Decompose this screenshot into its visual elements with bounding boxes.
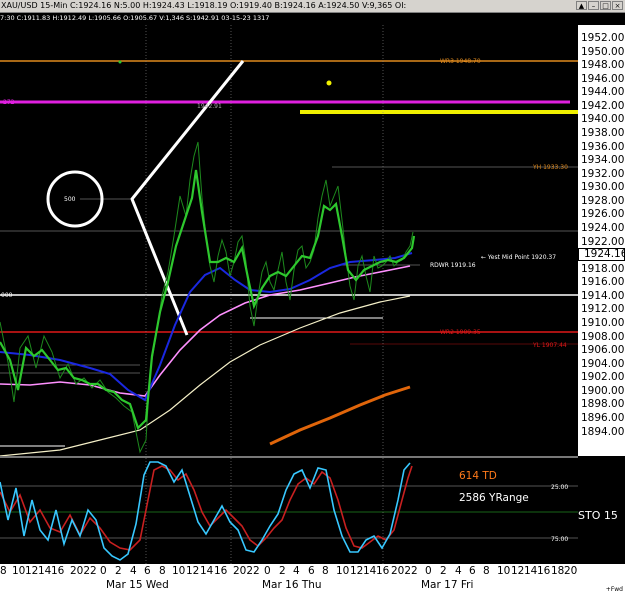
date-tick: 14	[38, 565, 52, 577]
stochastic-indicator-label: STO 15	[578, 509, 618, 522]
date-tick: 12	[350, 565, 364, 577]
date-tick: 6	[144, 565, 151, 577]
date-tick: 10	[12, 565, 26, 577]
stoch-axis-75: 75.00	[551, 536, 568, 543]
date-tick: 4	[455, 565, 462, 577]
date-tick: 2022	[391, 565, 418, 577]
axis-corner: +Fwd	[578, 564, 625, 595]
price-tick: 1926.00	[581, 208, 625, 221]
price-tick: 1914.00	[581, 289, 625, 302]
panel-divider	[0, 456, 578, 458]
date-tick: 12	[511, 565, 525, 577]
maximize-icon[interactable]: □	[600, 1, 611, 10]
chart-window: XAU/USD 15-Min C:1924.16 N:5.00 H:1924.4…	[0, 0, 625, 595]
price-tick: 1940.00	[581, 113, 625, 126]
price-tick: 1904.00	[581, 357, 625, 370]
date-tick: 12	[25, 565, 39, 577]
stoch-yrange-label: 2586 YRange	[459, 492, 529, 504]
stoch-td-label: 614 TD	[459, 470, 497, 482]
day-label: Mar 17 Fri	[421, 579, 474, 591]
date-tick: 6	[469, 565, 476, 577]
stoch-fast-line	[0, 461, 411, 561]
forward-label[interactable]: +Fwd	[606, 586, 623, 593]
date-tick: 12	[186, 565, 200, 577]
date-tick: 14	[524, 565, 538, 577]
price-axis[interactable]: 1952.00 1950.00 1948.00 1946.00 1944.00 1942.…	[578, 25, 625, 456]
price-tick: 1928.00	[581, 194, 625, 207]
stoch-axis-25: 25.00	[551, 484, 568, 491]
date-tick: 10	[497, 565, 511, 577]
date-tick: 8	[483, 565, 490, 577]
day-label: Mar 15 Wed	[106, 579, 169, 591]
date-tick: 2	[279, 565, 286, 577]
price-tick: 1918.00	[581, 262, 625, 275]
date-tick: 14	[363, 565, 377, 577]
price-tick: 1944.00	[581, 86, 625, 99]
date-tick: 16	[214, 565, 228, 577]
price-tick: 1912.00	[581, 303, 625, 316]
date-tick: 4	[130, 565, 137, 577]
stochastic-axis: STO 15	[578, 458, 625, 564]
price-tick: 1922.00	[581, 235, 625, 248]
price-tick: 1906.00	[581, 344, 625, 357]
date-tick: 0	[100, 565, 107, 577]
date-tick: 0	[425, 565, 432, 577]
price-tick: 1952.00	[581, 32, 625, 44]
date-tick: 8	[0, 565, 7, 577]
date-tick: 20	[564, 565, 578, 577]
date-tick: 0	[264, 565, 271, 577]
date-tick: 16	[537, 565, 551, 577]
price-tick: 1942.00	[581, 99, 625, 112]
date-tick: 16	[376, 565, 390, 577]
date-tick: 4	[293, 565, 300, 577]
price-tick: 1930.00	[581, 181, 625, 194]
date-tick: 2022	[70, 565, 97, 577]
date-tick: 16	[51, 565, 65, 577]
price-tick: 1946.00	[581, 72, 625, 85]
window-controls: ▲ – □ ×	[576, 1, 623, 10]
price-tick: 1900.00	[581, 384, 625, 397]
date-tick: 6	[308, 565, 315, 577]
price-tick: 1924.00	[581, 221, 625, 234]
current-price-tag: 1924.16	[578, 248, 625, 261]
date-tick: 18	[551, 565, 565, 577]
price-tick: 1896.00	[581, 411, 625, 424]
date-tick: 10	[172, 565, 186, 577]
price-tick: 1908.00	[581, 330, 625, 343]
day-label: Mar 16 Thu	[262, 579, 322, 591]
close-icon[interactable]: ×	[612, 1, 623, 10]
date-tick: 2022	[233, 565, 260, 577]
date-tick: 14	[200, 565, 214, 577]
price-tick: 1948.00	[581, 59, 625, 72]
price-tick: 1950.00	[581, 45, 625, 58]
price-tick: 1936.00	[581, 140, 625, 153]
price-tick: 1898.00	[581, 398, 625, 411]
date-tick: 2	[440, 565, 447, 577]
date-tick: 10	[336, 565, 350, 577]
price-tick: 1932.00	[581, 167, 625, 180]
price-tick: 1938.00	[581, 126, 625, 139]
stochastic-panel[interactable]: 614 TD 2586 YRange 25.00 75.00	[0, 0, 578, 595]
price-tick: 1902.00	[581, 371, 625, 384]
date-axis[interactable]: 8 10 12 14 16 2022 0 2 4 6 8 10 12 14 16 2022 0 2 4 6 8 10 12 1…	[0, 564, 578, 595]
date-tick: 2	[115, 565, 122, 577]
date-tick: 8	[159, 565, 166, 577]
price-tick: 1894.00	[581, 425, 625, 438]
date-tick: 8	[322, 565, 329, 577]
minimize-icon[interactable]: –	[588, 1, 599, 10]
price-tick: 1916.00	[581, 276, 625, 289]
price-tick: 1910.00	[581, 316, 625, 329]
price-tick: 1934.00	[581, 154, 625, 167]
